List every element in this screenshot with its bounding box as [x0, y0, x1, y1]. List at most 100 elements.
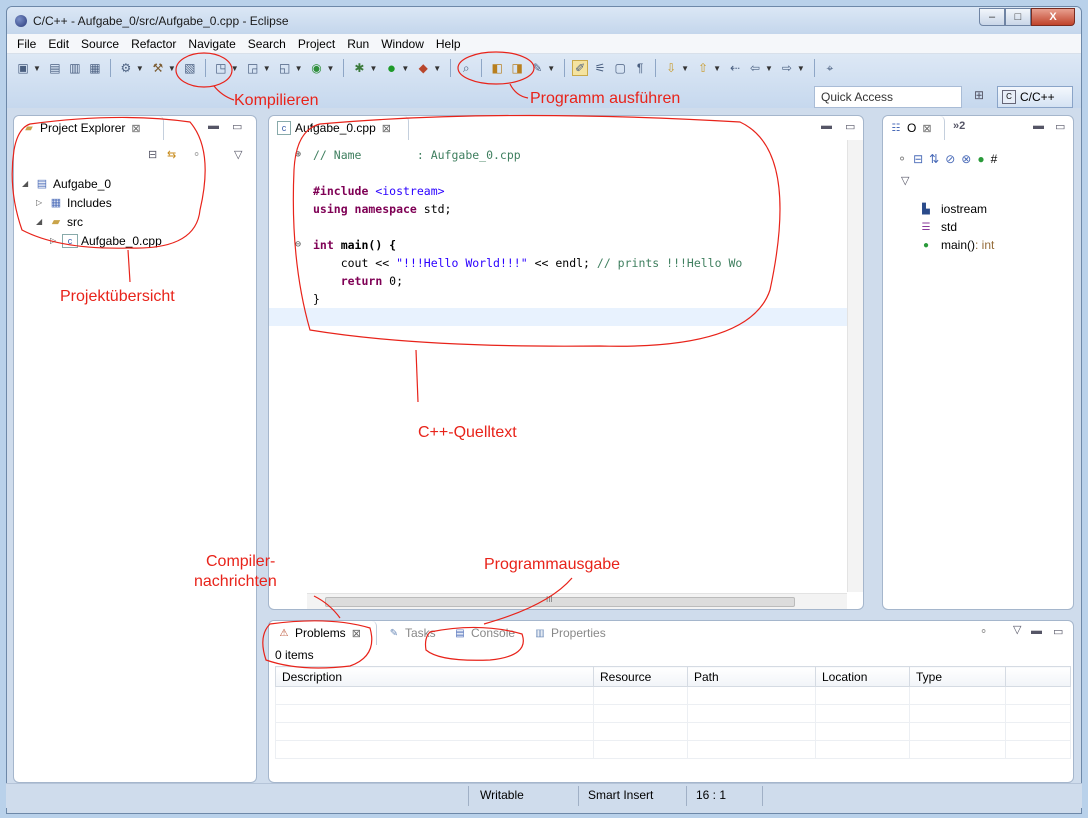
maximize-icon[interactable]: ▭: [232, 120, 242, 133]
last-edit-icon[interactable]: ⇠: [727, 60, 743, 76]
new-class-icon[interactable]: ◱: [277, 60, 293, 76]
tab-outline[interactable]: ☷ O ⊠: [883, 116, 945, 140]
collapse-all-icon[interactable]: ⊟: [148, 148, 157, 161]
menu-project[interactable]: Project: [292, 37, 341, 51]
build-hammer-icon[interactable]: ⚒: [150, 60, 166, 76]
debug-icon[interactable]: ✱: [351, 60, 367, 76]
view-menu-icon[interactable]: ▽: [901, 174, 909, 187]
build-file-icon[interactable]: ▧: [182, 60, 198, 76]
forward-icon[interactable]: ⇨: [779, 60, 795, 76]
close-icon[interactable]: ⊠: [352, 627, 361, 640]
more-views-button[interactable]: »2: [953, 120, 965, 132]
external-tools-icon[interactable]: ◆: [415, 60, 431, 76]
expand-icon[interactable]: ◢: [36, 217, 48, 226]
menu-window[interactable]: Window: [375, 37, 430, 51]
maximize-icon[interactable]: ▭: [1053, 625, 1063, 638]
column-description[interactable]: Description: [275, 666, 594, 687]
chevron-down-icon[interactable]: ▼: [765, 64, 773, 73]
chevron-down-icon[interactable]: ▼: [136, 64, 144, 73]
view-menu-icon[interactable]: ▽: [234, 148, 242, 161]
fold-expand-icon[interactable]: ⊕: [295, 146, 301, 164]
chevron-down-icon[interactable]: ▼: [713, 64, 721, 73]
outline-item[interactable]: ● main() : int: [919, 236, 994, 254]
maximize-button[interactable]: □: [1005, 8, 1031, 26]
close-icon[interactable]: ⊠: [131, 122, 140, 135]
chevron-down-icon[interactable]: ▼: [168, 64, 176, 73]
column-location[interactable]: Location: [815, 666, 910, 687]
perspective-cpp-button[interactable]: C C/C++: [997, 86, 1073, 108]
code-editor[interactable]: ⊕ // Name : Aufgabe_0.cpp #include <iostr…: [269, 146, 863, 326]
tab-console[interactable]: ▤ Console: [445, 621, 527, 645]
minimize-icon[interactable]: ▬: [1031, 625, 1042, 637]
chevron-down-icon[interactable]: ▼: [33, 64, 41, 73]
pin-editor-icon[interactable]: ⌖: [822, 60, 838, 76]
pen-icon[interactable]: ✎: [529, 60, 545, 76]
outline-item[interactable]: ▙ iostream: [919, 200, 994, 218]
minimize-icon[interactable]: ▬: [821, 120, 832, 132]
menu-source[interactable]: Source: [75, 37, 125, 51]
chevron-down-icon[interactable]: ▼: [681, 64, 689, 73]
minimize-button[interactable]: –: [979, 8, 1005, 26]
chevron-down-icon[interactable]: ▼: [547, 64, 555, 73]
minimize-icon[interactable]: ▬: [1033, 120, 1044, 132]
tree-item-file[interactable]: ▷ c Aufgabe_0.cpp: [22, 231, 162, 250]
menu-file[interactable]: File: [11, 37, 42, 51]
menu-run[interactable]: Run: [341, 37, 375, 51]
run-icon[interactable]: ●: [383, 60, 399, 77]
horizontal-scrollbar[interactable]: III: [307, 593, 847, 609]
new-folder-icon[interactable]: ◲: [245, 60, 261, 76]
chevron-down-icon[interactable]: ▼: [263, 64, 271, 73]
open-type-icon[interactable]: ◧: [489, 60, 505, 76]
next-annotation-icon[interactable]: ⇩: [663, 60, 679, 76]
hide-nonpublic-icon[interactable]: ●: [977, 152, 984, 166]
collapsed-icon[interactable]: ▷: [36, 198, 48, 207]
search-icon[interactable]: ⌕: [458, 60, 474, 76]
quick-access-input[interactable]: Quick Access: [814, 86, 962, 108]
save-all-icon[interactable]: ▥: [67, 60, 83, 76]
close-button[interactable]: X: [1031, 8, 1075, 26]
new-source-icon[interactable]: ◉: [309, 60, 325, 76]
menu-help[interactable]: Help: [430, 37, 467, 51]
menu-refactor[interactable]: Refactor: [125, 37, 182, 51]
expand-icon[interactable]: ◢: [22, 179, 34, 188]
chevron-down-icon[interactable]: ▼: [327, 64, 335, 73]
chevron-down-icon[interactable]: ▼: [797, 64, 805, 73]
maximize-icon[interactable]: ▭: [845, 120, 855, 133]
minimize-icon[interactable]: ▬: [208, 120, 219, 132]
menu-search[interactable]: Search: [242, 37, 292, 51]
close-icon[interactable]: ⊠: [922, 122, 931, 135]
highlight-icon[interactable]: ✐: [572, 60, 589, 76]
new-project-icon[interactable]: ◳: [213, 60, 229, 76]
column-type[interactable]: Type: [909, 666, 1006, 687]
chevron-down-icon[interactable]: ▼: [401, 64, 409, 73]
mark-occurrences-icon[interactable]: ⚟: [592, 60, 608, 76]
hide-static-icon[interactable]: ⊗: [961, 152, 971, 166]
prev-annotation-icon[interactable]: ⇧: [695, 60, 711, 76]
open-element-icon[interactable]: ◨: [509, 60, 525, 76]
back-icon[interactable]: ⇦: [747, 60, 763, 76]
scrollbar-thumb[interactable]: III: [325, 595, 795, 607]
tab-project-explorer[interactable]: ▰ Project Explorer ⊠: [14, 116, 164, 140]
view-menu-icon[interactable]: ▽: [1013, 623, 1021, 636]
tab-properties[interactable]: ▥ Properties: [525, 621, 617, 645]
collapse-all-icon[interactable]: ⊟: [913, 152, 923, 166]
outline-item[interactable]: ☰ std: [919, 218, 994, 236]
sort-icon[interactable]: ⇅: [929, 152, 939, 166]
new-icon[interactable]: ▣: [15, 60, 31, 76]
collapsed-icon[interactable]: ▷: [50, 236, 62, 245]
filter-icon[interactable]: ⚬: [979, 625, 988, 638]
build-config-icon[interactable]: ⚙: [118, 60, 134, 76]
menu-edit[interactable]: Edit: [42, 37, 75, 51]
sync-icon[interactable]: ⚬: [897, 152, 907, 166]
link-editor-icon[interactable]: ⇆: [167, 148, 176, 161]
column-path[interactable]: Path: [687, 666, 816, 687]
block-select-icon[interactable]: ▢: [612, 60, 628, 76]
column-resource[interactable]: Resource: [593, 666, 688, 687]
print-icon[interactable]: ▦: [87, 60, 103, 76]
tab-tasks[interactable]: ✎ Tasks: [379, 621, 447, 645]
chevron-down-icon[interactable]: ▼: [231, 64, 239, 73]
whitespace-icon[interactable]: ¶: [632, 60, 648, 76]
chevron-down-icon[interactable]: ▼: [295, 64, 303, 73]
fold-collapse-icon[interactable]: ⊖: [295, 236, 301, 254]
tree-item-src[interactable]: ◢ ▰ src: [22, 212, 162, 231]
